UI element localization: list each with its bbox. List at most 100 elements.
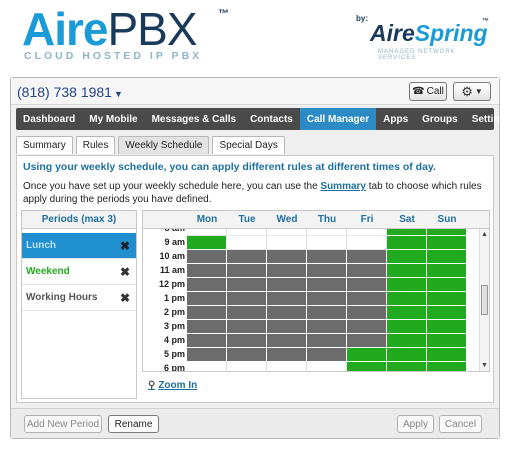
schedule-cell[interactable] (187, 334, 227, 348)
cancel-button[interactable]: Cancel (439, 415, 482, 433)
schedule-cell[interactable] (387, 362, 427, 371)
schedule-cell[interactable] (227, 362, 267, 371)
schedule-cell[interactable] (427, 250, 467, 264)
schedule-cell[interactable] (267, 278, 307, 292)
schedule-cell[interactable] (387, 264, 427, 278)
nav-settings[interactable]: Settings (465, 108, 505, 130)
schedule-cell[interactable] (347, 278, 387, 292)
schedule-cell[interactable] (307, 348, 347, 362)
schedule-cell[interactable] (227, 250, 267, 264)
schedule-cell[interactable] (347, 334, 387, 348)
schedule-cell[interactable] (427, 278, 467, 292)
tab-special-days[interactable]: Special Days (212, 136, 285, 154)
schedule-cell[interactable] (187, 362, 227, 371)
tab-rules[interactable]: Rules (75, 136, 116, 154)
schedule-cell[interactable] (387, 250, 427, 264)
schedule-cell[interactable] (187, 306, 227, 320)
schedule-cell[interactable] (187, 348, 227, 362)
summary-link[interactable]: Summary (320, 181, 366, 192)
schedule-cell[interactable] (307, 264, 347, 278)
schedule-cell[interactable] (307, 292, 347, 306)
schedule-cell[interactable] (227, 264, 267, 278)
nav-dashboard[interactable]: Dashboard (16, 108, 82, 130)
schedule-cell[interactable] (347, 250, 387, 264)
schedule-cell[interactable] (427, 236, 467, 250)
schedule-cell[interactable] (307, 306, 347, 320)
schedule-cell[interactable] (307, 250, 347, 264)
schedule-cell[interactable] (267, 320, 307, 334)
nav-my-mobile[interactable]: My Mobile (82, 108, 144, 130)
schedule-cell[interactable] (387, 334, 427, 348)
schedule-cell[interactable] (187, 320, 227, 334)
schedule-cell[interactable] (227, 236, 267, 250)
schedule-cell[interactable] (427, 292, 467, 306)
schedule-cell[interactable] (347, 348, 387, 362)
schedule-cell[interactable] (187, 236, 227, 250)
schedule-cell[interactable] (387, 236, 427, 250)
schedule-cell[interactable] (347, 236, 387, 250)
schedule-cell[interactable] (387, 320, 427, 334)
schedule-cell[interactable] (347, 320, 387, 334)
schedule-cell[interactable] (307, 236, 347, 250)
apply-button[interactable]: Apply (397, 415, 434, 433)
schedule-cell[interactable] (227, 320, 267, 334)
schedule-cell[interactable] (267, 306, 307, 320)
nav-messages-calls[interactable]: Messages & Calls (145, 108, 244, 130)
schedule-cell[interactable] (187, 292, 227, 306)
schedule-cell[interactable] (267, 292, 307, 306)
delete-icon[interactable]: ✖ (120, 265, 130, 279)
nav-apps[interactable]: Apps (376, 108, 415, 130)
schedule-cell[interactable] (427, 320, 467, 334)
schedule-cell[interactable] (427, 264, 467, 278)
schedule-cell[interactable] (427, 348, 467, 362)
schedule-cell[interactable] (427, 362, 467, 371)
scroll-down-icon[interactable]: ▼ (481, 362, 488, 369)
schedule-cell[interactable] (187, 250, 227, 264)
delete-icon[interactable]: ✖ (120, 239, 130, 253)
scroll-thumb[interactable] (481, 285, 488, 315)
schedule-cell[interactable] (227, 348, 267, 362)
call-button[interactable]: ☎ Call (409, 82, 447, 101)
delete-icon[interactable]: ✖ (120, 291, 130, 305)
schedule-cell[interactable] (307, 334, 347, 348)
schedule-cell[interactable] (387, 292, 427, 306)
schedule-cell[interactable] (267, 236, 307, 250)
phone-selector[interactable]: (818) 738 1981 ▼ (17, 84, 123, 100)
schedule-cell[interactable] (187, 264, 227, 278)
schedule-cell[interactable] (187, 278, 227, 292)
tab-weekly-schedule[interactable]: Weekly Schedule (118, 136, 210, 154)
schedule-cell[interactable] (387, 348, 427, 362)
period-item-weekend[interactable]: Weekend ✖ (22, 259, 136, 285)
schedule-cell[interactable] (267, 264, 307, 278)
schedule-cell[interactable] (267, 250, 307, 264)
nav-groups[interactable]: Groups (415, 108, 465, 130)
schedule-cell[interactable] (227, 292, 267, 306)
period-item-lunch[interactable]: Lunch ✖ (22, 233, 136, 259)
schedule-cell[interactable] (347, 264, 387, 278)
schedule-cell[interactable] (267, 348, 307, 362)
settings-menu-button[interactable]: ⚙ ▼ (453, 82, 491, 101)
nav-call-manager[interactable]: Call Manager (299, 108, 377, 130)
scrollbar[interactable]: ▲ ▼ (479, 229, 489, 371)
rename-button[interactable]: Rename (108, 415, 159, 433)
schedule-cell[interactable] (347, 292, 387, 306)
schedule-cell[interactable] (347, 362, 387, 371)
schedule-cell[interactable] (227, 278, 267, 292)
scroll-up-icon[interactable]: ▲ (481, 231, 488, 238)
period-item-working-hours[interactable]: Working Hours ✖ (22, 285, 136, 311)
schedule-cell[interactable] (307, 320, 347, 334)
schedule-cell[interactable] (227, 334, 267, 348)
schedule-cell[interactable] (267, 334, 307, 348)
schedule-cell[interactable] (347, 306, 387, 320)
nav-contacts[interactable]: Contacts (243, 108, 300, 130)
schedule-cell[interactable] (427, 306, 467, 320)
schedule-cell[interactable] (267, 362, 307, 371)
schedule-cell[interactable] (427, 334, 467, 348)
add-new-period-button[interactable]: Add New Period (24, 415, 102, 433)
schedule-cell[interactable] (307, 362, 347, 371)
schedule-cell[interactable] (387, 278, 427, 292)
schedule-cell[interactable] (307, 278, 347, 292)
schedule-cell[interactable] (227, 306, 267, 320)
zoom-in-link[interactable]: ⚲ Zoom In (148, 380, 197, 391)
schedule-cell[interactable] (387, 306, 427, 320)
